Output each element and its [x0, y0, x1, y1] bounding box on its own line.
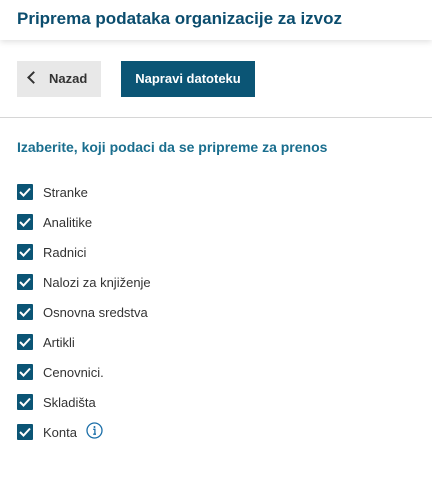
check-icon: [19, 397, 31, 407]
option-osnovna-sredstva[interactable]: Osnovna sredstva: [17, 297, 151, 327]
back-button[interactable]: Nazad: [17, 61, 101, 97]
options-list: Stranke Analitike Radnici Nalozi za knji…: [17, 177, 151, 447]
checkbox[interactable]: [17, 394, 33, 410]
check-icon: [19, 427, 31, 437]
checkbox[interactable]: [17, 214, 33, 230]
checkbox[interactable]: [17, 184, 33, 200]
option-stranke[interactable]: Stranke: [17, 177, 151, 207]
check-icon: [19, 367, 31, 377]
checkbox[interactable]: [17, 364, 33, 380]
check-icon: [19, 247, 31, 257]
checkbox[interactable]: [17, 334, 33, 350]
checkbox[interactable]: [17, 274, 33, 290]
info-icon[interactable]: [86, 422, 103, 442]
option-radnici[interactable]: Radnici: [17, 237, 151, 267]
page-header: Priprema podataka organizacije za izvoz: [0, 0, 432, 40]
option-label: Skladišta: [43, 394, 96, 410]
check-icon: [19, 307, 31, 317]
option-label: Nalozi za knjiženje: [43, 274, 151, 290]
create-file-button[interactable]: Napravi datoteku: [121, 61, 255, 97]
option-label: Stranke: [43, 184, 88, 200]
checkbox[interactable]: [17, 304, 33, 320]
option-analitike[interactable]: Analitike: [17, 207, 151, 237]
option-label: Osnovna sredstva: [43, 304, 148, 320]
check-icon: [19, 337, 31, 347]
page-title: Priprema podataka organizacije za izvoz: [17, 9, 343, 28]
checkbox[interactable]: [17, 244, 33, 260]
back-button-label: Nazad: [49, 71, 88, 86]
option-label: Artikli: [43, 334, 75, 350]
chevron-left-icon: [27, 71, 40, 84]
check-icon: [19, 187, 31, 197]
section-title: Izaberite, koji podaci da se pripreme za…: [17, 139, 328, 155]
option-label: Cenovnici.: [43, 364, 104, 380]
option-nalozi-za-knjizenje[interactable]: Nalozi za knjiženje: [17, 267, 151, 297]
option-skladista[interactable]: Skladišta: [17, 387, 151, 417]
option-label: Radnici: [43, 244, 87, 260]
option-label: Konta: [43, 424, 77, 440]
check-icon: [19, 277, 31, 287]
check-icon: [19, 217, 31, 227]
option-konta[interactable]: Konta: [17, 417, 151, 447]
checkbox[interactable]: [17, 424, 33, 440]
divider: [0, 117, 432, 118]
option-label: Analitike: [43, 214, 93, 230]
option-cenovnici[interactable]: Cenovnici.: [17, 357, 151, 387]
create-file-button-label: Napravi datoteku: [135, 71, 241, 86]
option-artikli[interactable]: Artikli: [17, 327, 151, 357]
